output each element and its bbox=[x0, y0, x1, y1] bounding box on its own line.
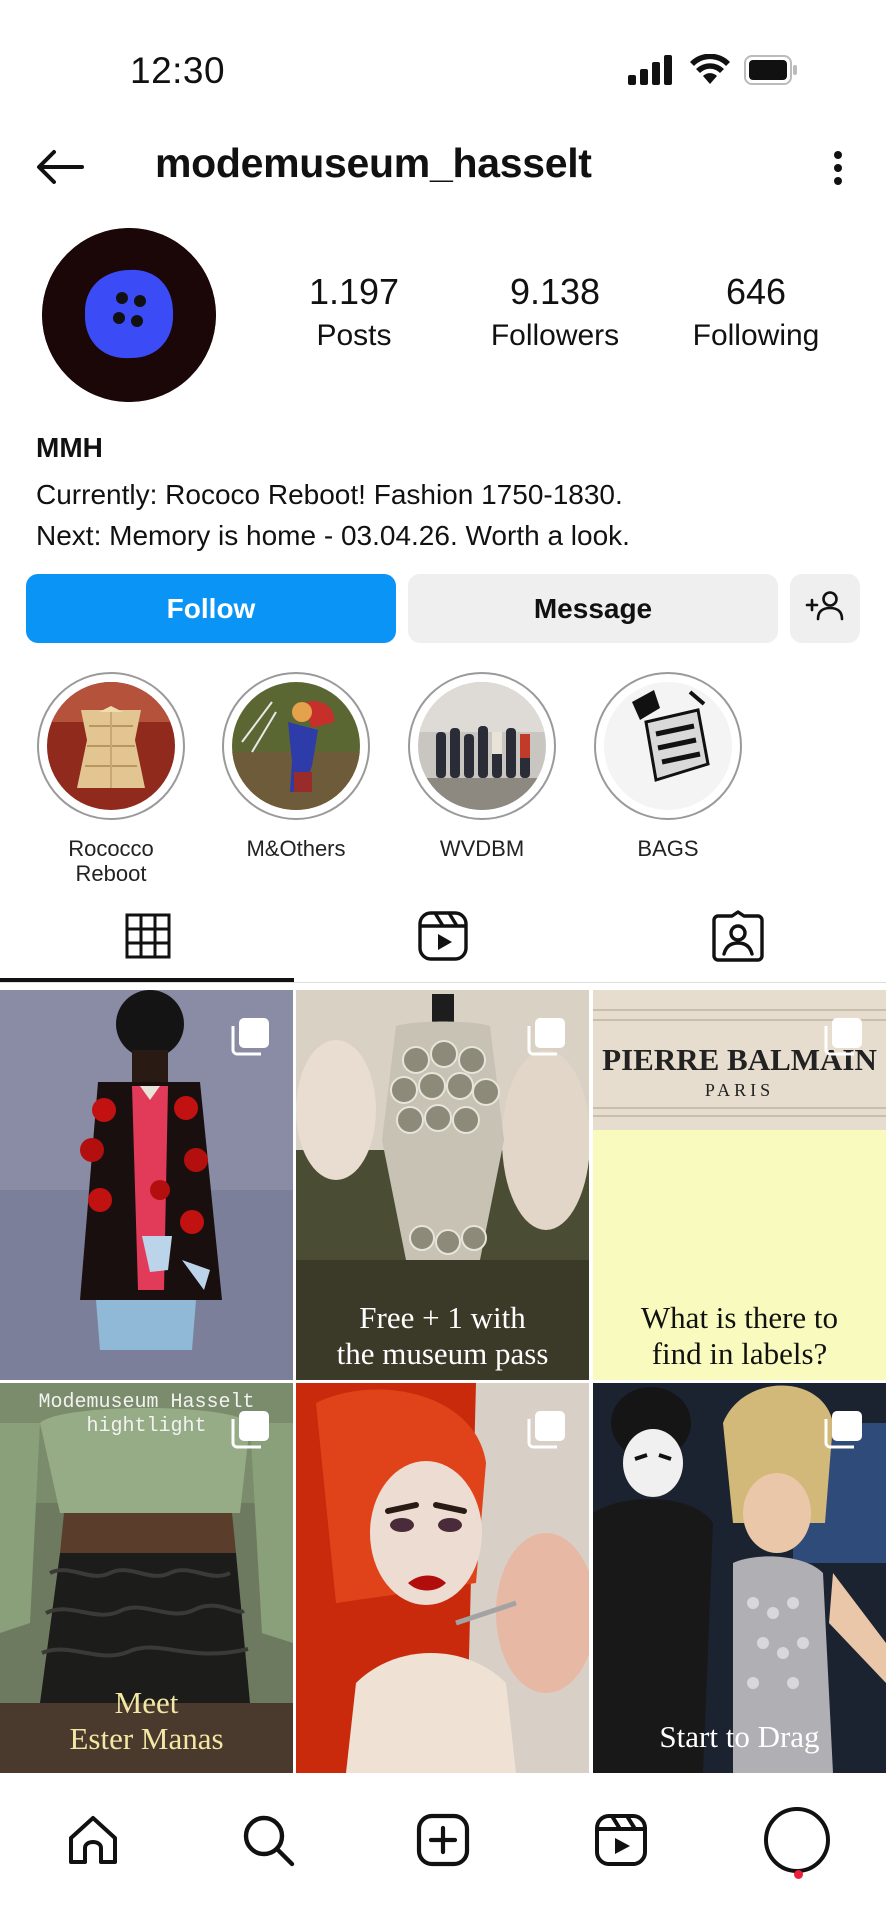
multi-post-icon bbox=[231, 1409, 271, 1449]
profile-bio: MMH Currently: Rococo Reboot! Fashion 17… bbox=[36, 430, 856, 556]
tab-grid[interactable] bbox=[0, 893, 295, 983]
post-caption: Meet Ester Manas bbox=[69, 1685, 224, 1756]
stat-posts[interactable]: 1.197 Posts bbox=[254, 270, 454, 358]
post-tile[interactable] bbox=[296, 1383, 589, 1773]
profile-icon bbox=[762, 1805, 832, 1880]
multi-post-icon bbox=[527, 1016, 567, 1056]
more-vertical-icon bbox=[833, 150, 843, 190]
stat-followers-value: 9.138 bbox=[509, 271, 601, 312]
stat-following-value: 646 bbox=[725, 271, 787, 312]
multi-post-icon bbox=[527, 1409, 567, 1449]
highlight-cover bbox=[604, 682, 732, 810]
tagged-icon bbox=[711, 909, 764, 967]
highlight-label: BAGS bbox=[637, 836, 699, 861]
notification-dot bbox=[794, 1870, 803, 1879]
bio-line-2: Next: Memory is home - 03.04.26. Worth a… bbox=[36, 520, 630, 551]
bottom-navigation bbox=[0, 1775, 886, 1920]
highlight-wvdbm[interactable]: WVDBM bbox=[407, 672, 557, 861]
wifi-icon bbox=[690, 53, 730, 91]
highlight-ring bbox=[37, 672, 185, 820]
highlight-m-others[interactable]: M&Others bbox=[221, 672, 371, 861]
label-city-text: PARIS bbox=[704, 1080, 775, 1100]
follow-button[interactable]: Follow bbox=[26, 574, 396, 643]
home-icon bbox=[65, 1812, 121, 1873]
avatar[interactable] bbox=[42, 228, 216, 402]
stat-following-label: Following bbox=[692, 319, 820, 352]
stat-followers-label: Followers bbox=[490, 319, 620, 352]
tab-reels[interactable] bbox=[295, 893, 590, 983]
add-user-icon bbox=[805, 590, 845, 627]
post-tile[interactable]: Start to Drag bbox=[593, 1383, 886, 1773]
message-button[interactable]: Message bbox=[408, 574, 778, 643]
profile-name: MMH bbox=[36, 432, 103, 463]
create-icon bbox=[415, 1812, 471, 1873]
post-caption: What is there to find in labels? bbox=[640, 1300, 839, 1371]
highlight-ring bbox=[222, 672, 370, 820]
highlight-label: Rococco Reboot bbox=[68, 836, 154, 886]
post-caption: Free + 1 with the museum pass bbox=[336, 1300, 549, 1371]
nav-home[interactable] bbox=[48, 1797, 138, 1887]
battery-icon bbox=[744, 54, 798, 90]
divider bbox=[0, 982, 886, 983]
tab-tagged[interactable] bbox=[590, 893, 885, 983]
back-arrow-icon bbox=[36, 149, 84, 190]
reels-icon bbox=[417, 910, 469, 967]
page-title: modemuseum_hasselt bbox=[155, 140, 592, 186]
status-icons bbox=[628, 52, 798, 92]
multi-post-icon bbox=[231, 1016, 271, 1056]
status-bar: 12:30 bbox=[0, 0, 886, 150]
suggested-users-button[interactable] bbox=[790, 574, 860, 643]
status-time: 12:30 bbox=[130, 50, 226, 91]
highlight-cover bbox=[47, 682, 175, 810]
post-tile[interactable]: Modemuseum Hasselt hightlight Meet Ester… bbox=[0, 1383, 293, 1773]
highlight-ring bbox=[594, 672, 742, 820]
highlight-bags[interactable]: BAGS bbox=[593, 672, 743, 861]
highlight-cover bbox=[418, 682, 546, 810]
post-caption: Start to Drag bbox=[659, 1719, 820, 1754]
highlight-label: M&Others bbox=[246, 836, 346, 861]
reels-icon bbox=[593, 1812, 649, 1873]
stat-following[interactable]: 646 Following bbox=[656, 270, 856, 358]
back-button[interactable] bbox=[30, 144, 90, 194]
stat-posts-label: Posts bbox=[316, 319, 392, 352]
highlight-cover bbox=[232, 682, 360, 810]
profile-header: modemuseum_hasselt bbox=[0, 130, 886, 210]
nav-search[interactable] bbox=[223, 1797, 313, 1887]
profile-tabs bbox=[0, 893, 886, 983]
grid-icon bbox=[124, 912, 172, 965]
highlight-ring bbox=[408, 672, 556, 820]
cellular-signal-icon bbox=[628, 54, 676, 90]
highlight-rococco-reboot[interactable]: Rococco Reboot bbox=[36, 672, 186, 886]
nav-reels[interactable] bbox=[576, 1797, 666, 1887]
stat-posts-value: 1.197 bbox=[308, 271, 400, 312]
multi-post-icon bbox=[824, 1016, 864, 1056]
stat-followers[interactable]: 9.138 Followers bbox=[455, 270, 655, 358]
post-tile[interactable] bbox=[0, 990, 293, 1380]
bio-line-1: Currently: Rococo Reboot! Fashion 1750-1… bbox=[36, 479, 623, 510]
highlight-label: WVDBM bbox=[439, 836, 525, 861]
multi-post-icon bbox=[824, 1409, 864, 1449]
post-tile[interactable]: Free + 1 with the museum pass bbox=[296, 990, 589, 1380]
nav-create[interactable] bbox=[398, 1797, 488, 1887]
post-tile[interactable]: PIERRE BALMAIN PARIS What is there to fi… bbox=[593, 990, 886, 1380]
search-icon bbox=[240, 1812, 296, 1873]
more-options-button[interactable] bbox=[818, 142, 858, 198]
